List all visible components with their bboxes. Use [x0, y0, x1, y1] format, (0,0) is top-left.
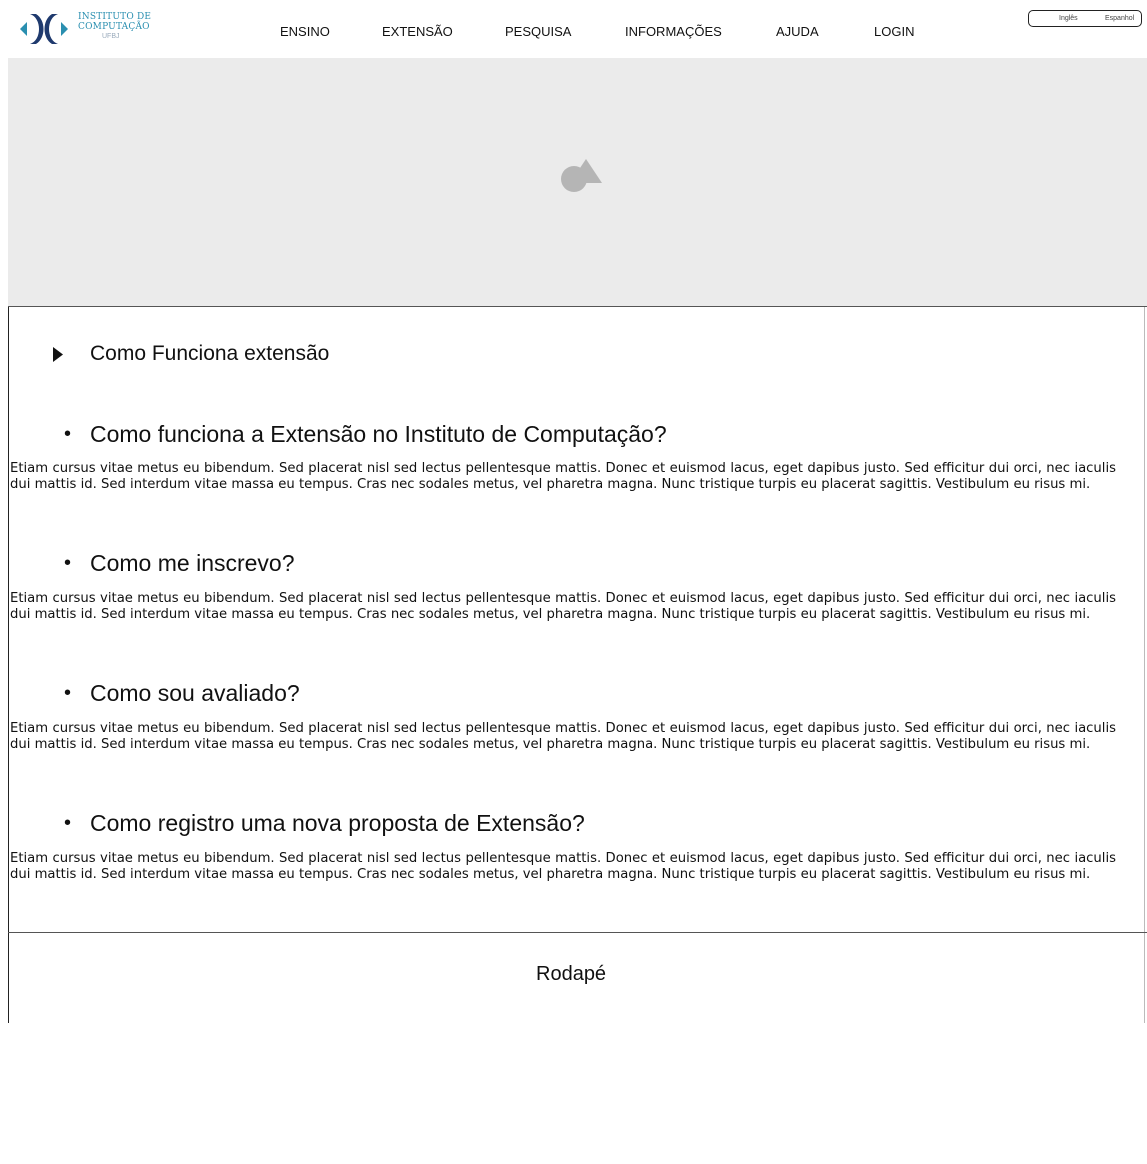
bullet: • — [64, 812, 72, 834]
bullet: • — [64, 552, 72, 574]
logo-icon — [20, 14, 68, 44]
faq-question-text: Como sou avaliado? — [90, 680, 300, 706]
faq-answer-4: Etiam cursus vitae metus eu bibendum. Se… — [10, 851, 1116, 882]
bullet: • — [64, 682, 72, 704]
faq-question-text: Como registro uma nova proposta de Exten… — [90, 810, 585, 836]
nav-login[interactable]: LOGIN — [874, 24, 914, 39]
hero-banner — [8, 58, 1147, 307]
site-header: INSTITUTO DE COMPUTAÇÃO UFBJ ENSINO EXTE… — [8, 0, 1147, 59]
logo-text: INSTITUTO DE COMPUTAÇÃO — [78, 12, 151, 32]
nav-ajuda[interactable]: AJUDA — [776, 24, 819, 39]
image-placeholder-icon — [561, 159, 602, 192]
footer-text: Rodapé — [536, 963, 607, 985]
logo-line-2: COMPUTAÇÃO — [78, 22, 150, 32]
faq-question-2: • Como me inscrevo? — [64, 550, 295, 577]
faq-answer-3: Etiam cursus vitae metus eu bibendum. Se… — [10, 721, 1116, 752]
bullet: • — [64, 423, 72, 445]
nav-pesquisa[interactable]: PESQUISA — [505, 24, 571, 39]
language-switcher: Inglês Espanhol — [1028, 10, 1142, 27]
nav-ensino[interactable]: ENSINO — [280, 24, 330, 39]
faq-question-1: • Como funciona a Extensão no Instituto d… — [64, 421, 667, 448]
triangle-right-icon — [53, 347, 63, 362]
section-title: Como Funciona extensão — [90, 342, 330, 365]
nav-extensao[interactable]: EXTENSÃO — [382, 24, 453, 39]
site-footer: Rodapé — [8, 932, 1147, 1164]
faq-question-3: • Como sou avaliado? — [64, 680, 300, 707]
logo-line-1: INSTITUTO DE — [78, 12, 152, 22]
site-logo[interactable]: INSTITUTO DE COMPUTAÇÃO UFBJ — [18, 10, 168, 50]
nav-informacoes[interactable]: INFORMAÇÕES — [625, 24, 722, 39]
faq-question-text: Como me inscrevo? — [90, 550, 295, 576]
lang-espanhol[interactable]: Espanhol — [1105, 15, 1134, 22]
logo-line-3: UFBJ — [102, 33, 120, 40]
faq-answer-1: Etiam cursus vitae metus eu bibendum. Se… — [10, 461, 1116, 492]
faq-question-4: • Como registro uma nova proposta de Exte… — [64, 810, 585, 837]
lang-ingles[interactable]: Inglês — [1059, 15, 1078, 22]
faq-question-text: Como funciona a Extensão no Instituto de… — [90, 421, 667, 447]
faq-answer-2: Etiam cursus vitae metus eu bibendum. Se… — [10, 591, 1116, 622]
